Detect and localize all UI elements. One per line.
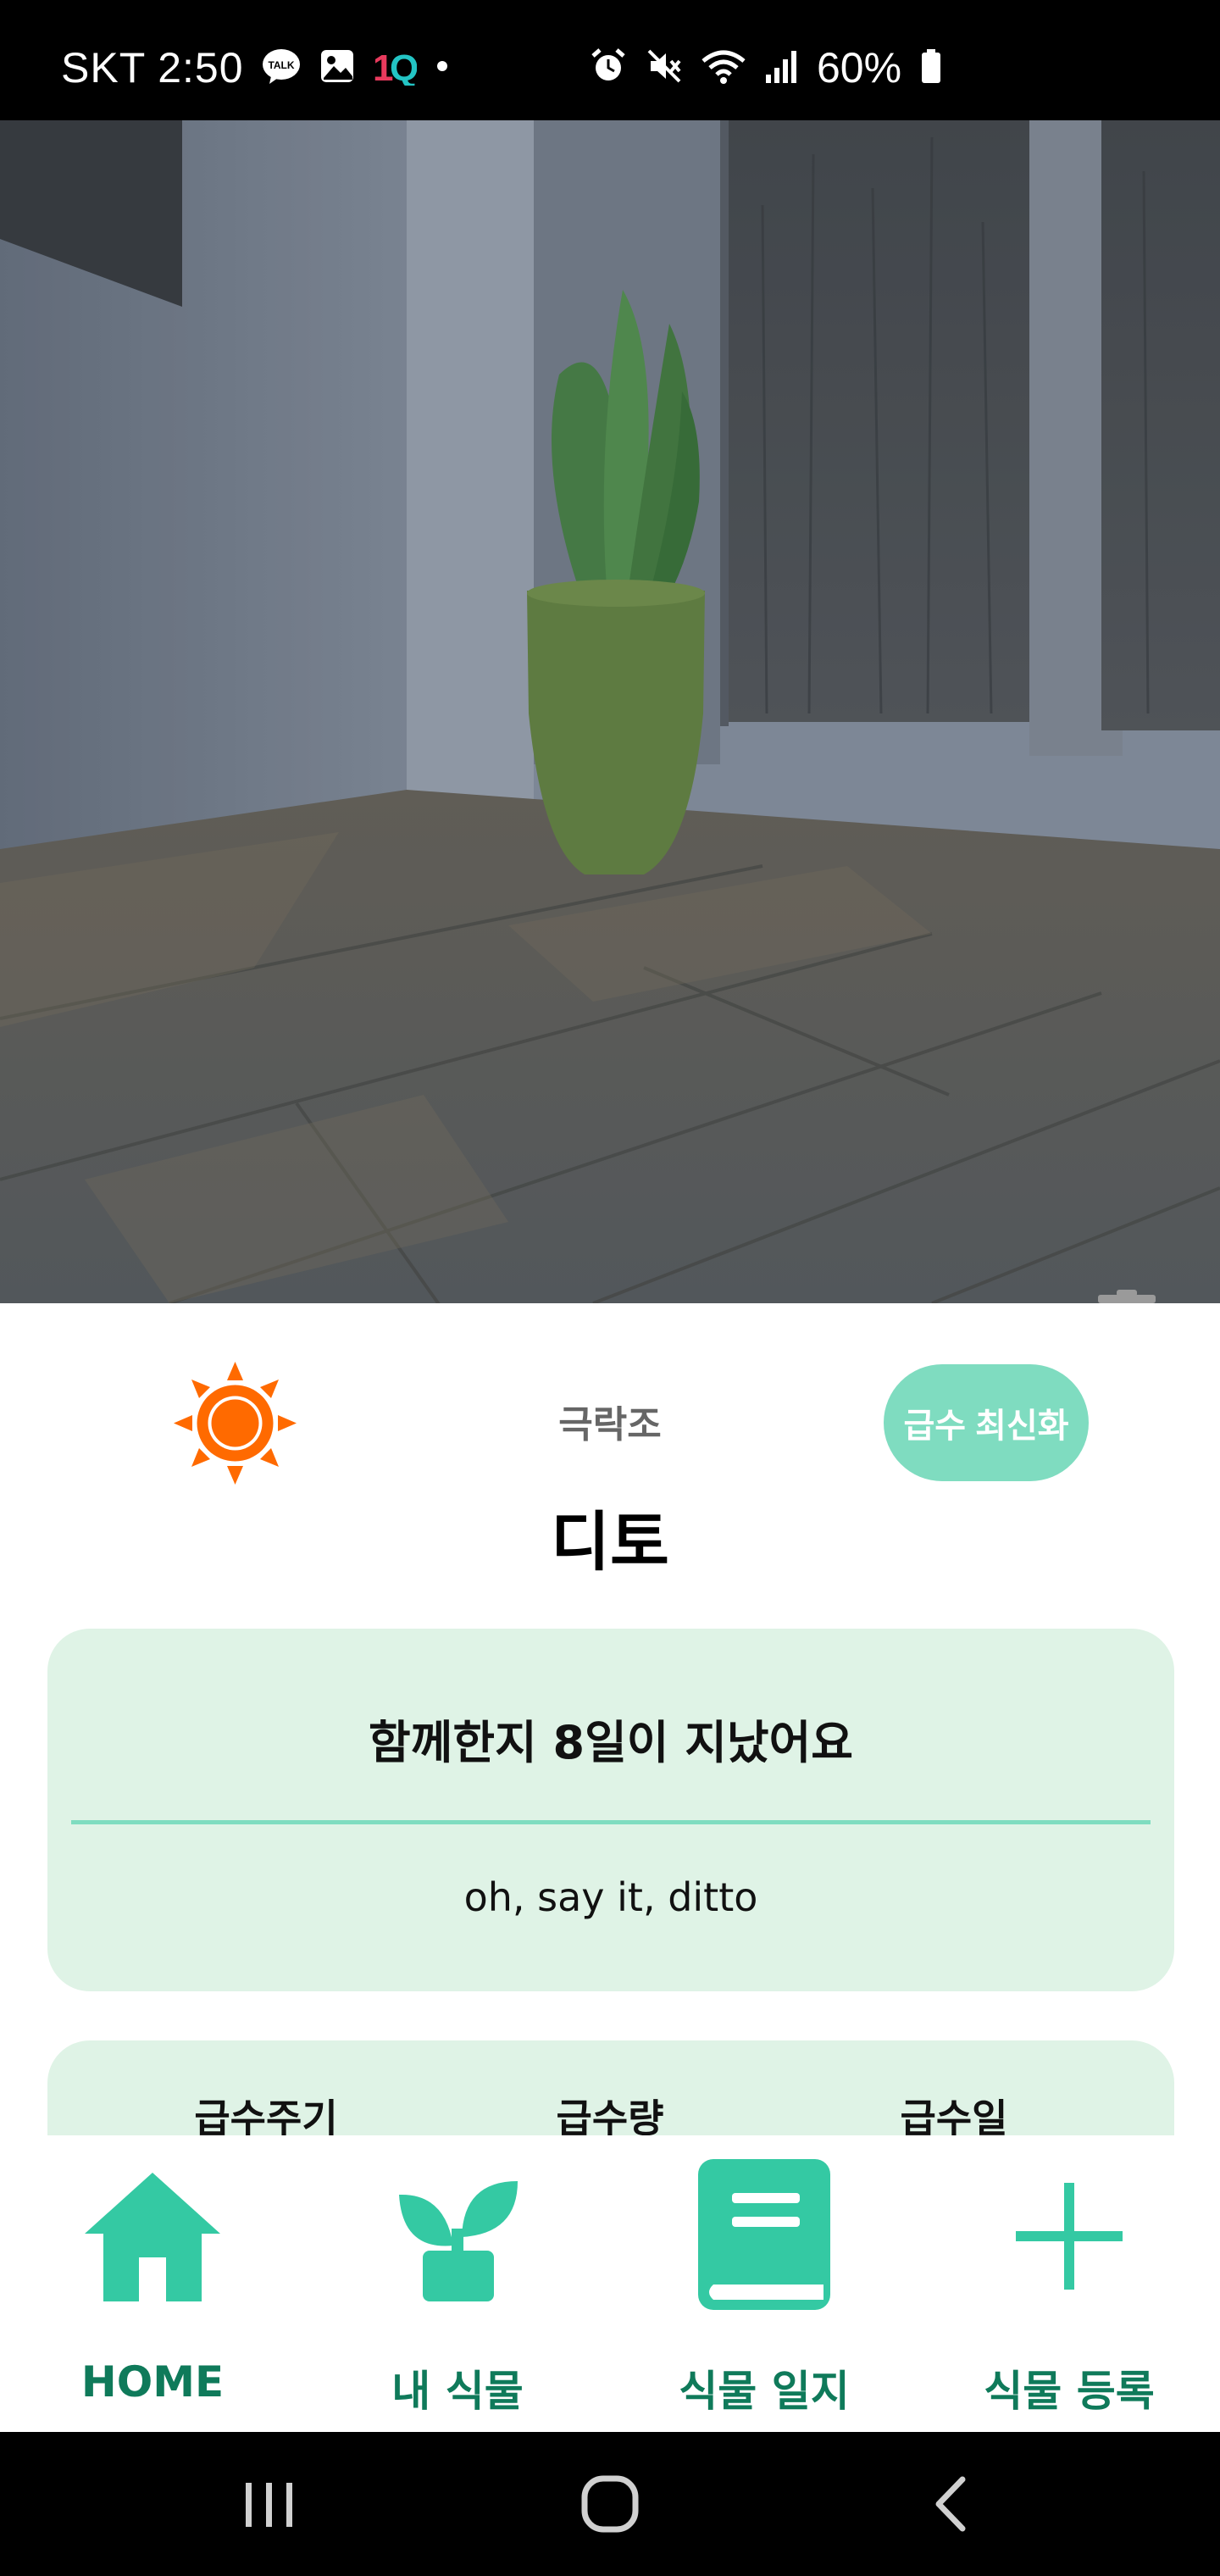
nav-plant-journal-label: 식물 일지 [679,2367,850,2416]
app-1q-icon: 1Q [373,47,419,89]
nav-register-plant-label: 식물 등록 [984,2367,1155,2416]
recent-apps-icon[interactable] [230,2466,307,2542]
days-together-title: 함께한지 8일이 지났어요 [369,1716,853,1769]
battery-percent: 60% [817,44,902,92]
plant-species: 극락조 [558,1403,662,1446]
status-time: SKT 2:50 [61,44,244,92]
nav-home[interactable]: HOME [8,2135,297,2432]
nav-home-label: HOME [80,2357,225,2407]
kakaotalk-icon: TALK [261,47,302,88]
card-divider [71,1820,1151,1824]
back-icon[interactable] [913,2466,990,2542]
alarm-icon [590,47,627,88]
room-scene-illustration [0,120,1220,1303]
watering-cycle-header: 급수주기 [194,2096,338,2141]
nav-register-plant[interactable]: 식물 등록 [925,2135,1213,2432]
watering-amount-header: 급수량 [556,2096,664,2141]
plant-3d-view[interactable] [0,120,1220,1303]
journal-icon [696,2159,832,2317]
nav-plant-journal[interactable]: 식물 일지 [620,2135,908,2432]
sun-icon [174,1362,297,1485]
plant-name: 디토 [551,1504,669,1579]
svg-text:Q: Q [390,47,417,86]
signal-icon [764,47,798,88]
watering-info-card: 급수주기 급수량 급수일 [47,2040,1174,2142]
notification-dot-icon [434,58,451,78]
wifi-icon [702,47,746,88]
watering-date-header: 급수일 [900,2096,1008,2141]
refresh-watering-button[interactable]: 급수 최신화 [884,1364,1089,1481]
gallery-icon [319,47,356,88]
system-navigation-bar [0,2432,1220,2576]
plus-icon [1014,2169,1124,2295]
delete-trash-icon[interactable] [1093,1290,1161,1303]
svg-text:TALK: TALK [268,59,294,71]
plant-quote: oh, say it, ditto [463,1874,758,1920]
nav-my-plants[interactable]: 내 식물 [313,2135,602,2432]
bottom-navigation: HOME 내 식물 식물 일지 식물 등록 [0,2135,1220,2432]
nav-my-plants-label: 내 식물 [391,2367,524,2416]
sprout-icon [394,2169,521,2308]
days-together-card: 함께한지 8일이 지났어요 oh, say it, ditto [47,1629,1174,1991]
home-icon [83,2169,222,2308]
home-button-icon[interactable] [572,2466,648,2542]
mute-icon [646,47,683,88]
battery-icon [920,47,942,88]
status-bar: SKT 2:50 TALK 1Q 60% [0,0,1220,120]
